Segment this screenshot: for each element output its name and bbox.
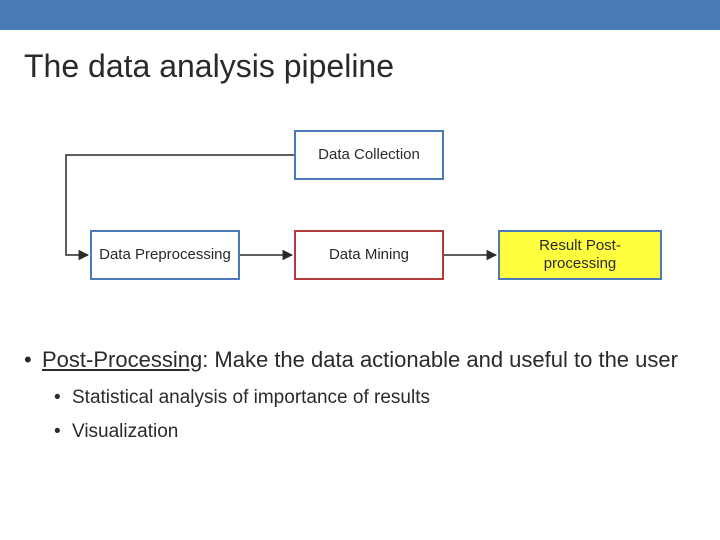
bullet-sub-2: •Visualization (24, 419, 694, 446)
bullet-main-term: Post-Processing (42, 347, 202, 372)
bullet-sub-1: •Statistical analysis of importance of r… (24, 385, 694, 412)
bullet-main: •Post-Processing: Make the data actionab… (24, 345, 694, 375)
bullet-list: •Post-Processing: Make the data actionab… (24, 345, 694, 446)
bullet-sub-2-text: Visualization (72, 421, 178, 442)
bullet-sub-1-text: Statistical analysis of importance of re… (72, 387, 430, 408)
header-bar (0, 0, 720, 30)
node-data-mining: Data Mining (294, 230, 444, 280)
bullet-main-rest: : Make the data actionable and useful to… (202, 347, 678, 372)
bullet-dot-icon: • (24, 345, 42, 375)
bullet-dot-icon: • (54, 385, 72, 412)
node-result-postprocessing: Result Post-processing (498, 230, 662, 280)
node-data-collection: Data Collection (294, 130, 444, 180)
bullet-dot-icon: • (54, 419, 72, 446)
pipeline-diagram: Data Collection Data Preprocessing Data … (0, 130, 720, 330)
page-title: The data analysis pipeline (24, 48, 394, 85)
node-data-preprocessing: Data Preprocessing (90, 230, 240, 280)
